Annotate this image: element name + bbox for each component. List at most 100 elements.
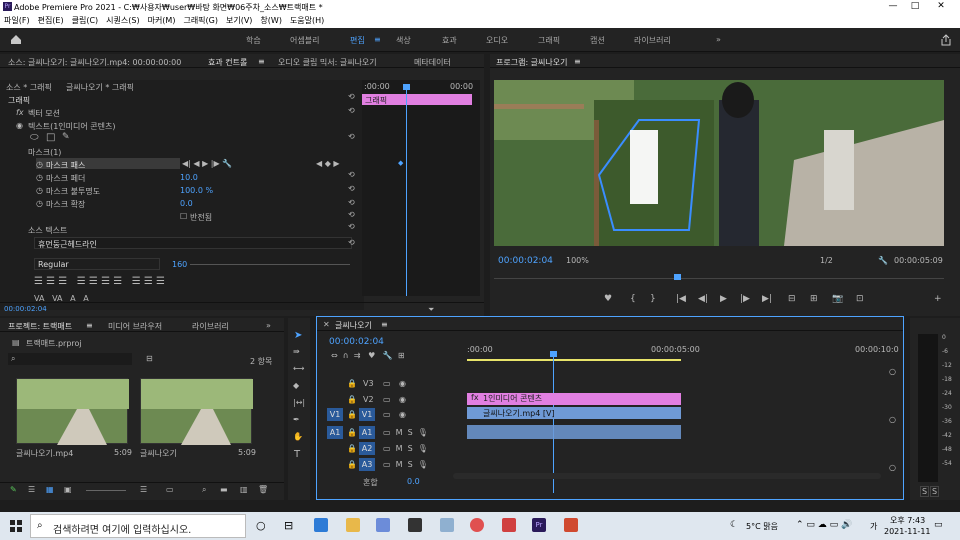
export-frame-icon[interactable]: 📷 [832, 294, 843, 304]
track-controls-a1[interactable]: ▭ M S 🎙 [383, 428, 428, 437]
go-to-out-icon[interactable]: ▶| [762, 294, 772, 304]
workspace-graphics[interactable]: 그래픽 [538, 35, 560, 46]
resolution-dropdown[interactable]: 1/2 [820, 256, 833, 265]
source-patch-v1[interactable]: V1 [327, 408, 343, 421]
work-area-bar[interactable] [467, 359, 681, 361]
master-sequence-label[interactable]: 소스 * 그래픽 [6, 82, 52, 93]
audio-clip[interactable] [467, 425, 681, 439]
button-editor-icon[interactable]: + [934, 294, 942, 304]
selection-tool-icon[interactable]: ➤ [294, 330, 302, 341]
media-browser-tab[interactable]: 미디어 브라우저 [108, 321, 162, 332]
menu-marker[interactable]: 마커(M) [148, 14, 176, 28]
keyframe-nav-icon[interactable]: ◀ ◆ ▶ [316, 159, 340, 168]
track-label-v1[interactable]: V1 [359, 408, 375, 421]
project-thumbnail[interactable] [16, 378, 129, 445]
panel-menu-icon[interactable]: ≡ [258, 57, 265, 66]
timeline-horizontal-scroll[interactable] [453, 473, 881, 479]
workspace-assembly[interactable]: 어셈블리 [290, 35, 319, 46]
mix-track-value[interactable]: 0.0 [407, 477, 420, 486]
timeline-timecode[interactable]: 00:00:02:04 [329, 337, 384, 347]
solo-right-button[interactable]: S [930, 486, 940, 497]
pen-tool-icon[interactable]: ✒ [293, 415, 300, 424]
freeform-view-icon[interactable]: ▣ [64, 485, 72, 494]
timeline-vertical-scroll[interactable]: ○ ○ ○ [889, 367, 897, 477]
store-icon[interactable] [376, 518, 390, 532]
timeline-playhead-line[interactable] [553, 353, 554, 493]
clear-icon[interactable]: 🗑 [258, 485, 268, 494]
lift-icon[interactable]: ⊟ [788, 294, 796, 304]
track-controls-a2[interactable]: ▭ M S 🎙 [383, 444, 428, 453]
app-icon[interactable] [470, 518, 484, 532]
text-align-icons[interactable]: ☰ ☰ ☰ ☰ ☰ ☰ ☰ ☰ ☰ ☰ [34, 276, 165, 287]
type-tool-icon[interactable]: T [294, 449, 300, 460]
mask-expansion-value[interactable]: 0.0 [180, 199, 193, 208]
menu-window[interactable]: 창(W) [260, 14, 282, 28]
mask-path-track-controls[interactable]: ◀| ◀ ▶ |▶ 🔧 [182, 159, 232, 168]
stopwatch-icon[interactable]: ◷ [36, 173, 43, 182]
libraries-tab[interactable]: 라이브러리 [192, 321, 229, 332]
project-item-name[interactable]: 글씨나오기 [140, 448, 177, 459]
timeline-tools-icons[interactable]: ⇔ ∩ ⇉ ♥ 🔧 ⊞ [331, 351, 405, 360]
program-monitor-title[interactable]: 프로그램: 글씨나오기 [496, 57, 567, 68]
panel-menu-icon[interactable]: ≡ [86, 321, 93, 330]
vector-motion-label[interactable]: 벡터 모션 [28, 108, 60, 119]
filter-icon[interactable]: ⏷ [428, 305, 434, 315]
eye-icon[interactable]: ◉ [399, 395, 406, 404]
mask-opacity-value[interactable]: 100.0 % [180, 186, 213, 195]
windows-start-icon[interactable] [10, 520, 22, 532]
input-language[interactable]: 가 [870, 521, 877, 532]
track-label-v2[interactable]: V2 [363, 395, 374, 404]
track-controls-a3[interactable]: ▭ M S 🎙 [383, 460, 428, 469]
razor-tool-icon[interactable]: ◆ [293, 381, 299, 390]
keyframe-diamond-icon[interactable]: ◆ [398, 159, 403, 167]
icon-view-icon[interactable]: ▦ [46, 485, 54, 494]
slip-tool-icon[interactable]: |↔| [293, 398, 305, 407]
menu-help[interactable]: 도움말(H) [290, 14, 324, 28]
clock-date[interactable]: 2021-11-11 [884, 527, 931, 536]
task-view-icon[interactable]: ⊟ [284, 519, 293, 532]
zoom-level-dropdown[interactable]: 100% [566, 256, 589, 265]
share-icon[interactable] [940, 34, 952, 46]
lock-icon[interactable]: 🔒 [347, 395, 357, 404]
list-view-icon[interactable]: ☰ [28, 485, 35, 494]
zoom-slider[interactable] [86, 490, 126, 491]
workspace-menu-icon[interactable]: ≡ [374, 35, 381, 44]
play-icon[interactable]: ▶ [720, 294, 727, 304]
taskbar-search-box[interactable]: ⌕ 검색하려면 여기에 입력하십시오. [30, 514, 246, 538]
hand-tool-icon[interactable]: ✋ [293, 432, 303, 441]
mask-label[interactable]: 마스크(1) [28, 147, 61, 158]
playhead-line[interactable] [406, 86, 407, 296]
more-workspaces-icon[interactable]: » [716, 35, 721, 44]
font-size-value[interactable]: 160 [172, 260, 187, 269]
tray-icons[interactable]: ⌃ ▭ ☁ ▭ 🔊 [796, 520, 852, 530]
panel-menu-icon[interactable]: ≡ [574, 57, 581, 66]
lock-icon[interactable]: 🔒 [347, 379, 357, 388]
step-back-icon[interactable]: ◀| [698, 294, 708, 304]
add-marker-icon[interactable]: ♥ [604, 294, 612, 304]
lock-icon[interactable]: 🔒 [347, 460, 357, 469]
refresh-app-icon[interactable] [502, 518, 516, 532]
notification-icon[interactable]: ▭ [934, 520, 943, 530]
program-playhead[interactable] [674, 274, 681, 280]
program-scrubber[interactable] [494, 278, 944, 279]
sync-lock-icon[interactable]: ▭ [383, 410, 391, 419]
mask-feather-value[interactable]: 10.0 [180, 173, 198, 182]
track-select-tool-icon[interactable]: ⇛ [293, 347, 300, 356]
menu-file[interactable]: 파일(F) [4, 14, 30, 28]
timeline-tab[interactable]: 글씨나오기 [335, 320, 372, 331]
effect-controls-tab[interactable]: 효과 컨트롤 [208, 57, 247, 68]
maximize-button[interactable]: □ [904, 1, 926, 11]
project-search-input[interactable]: ⌕ [8, 353, 132, 365]
workspace-captions[interactable]: 캡션 [590, 35, 605, 46]
panel-menu-icon[interactable]: ≡ [381, 320, 388, 329]
home-icon[interactable] [10, 34, 22, 45]
extract-icon[interactable]: ⊞ [810, 294, 818, 304]
sort-icon[interactable]: ☰ [140, 485, 147, 494]
eye-icon[interactable]: ◉ [399, 410, 406, 419]
source-monitor-tab[interactable]: 소스: 글씨나오기: 글씨나오기.mp4: 00:00:00:00 [8, 57, 181, 68]
workspace-effects[interactable]: 효과 [442, 35, 457, 46]
minimize-button[interactable]: — [882, 1, 904, 11]
close-button[interactable]: ✕ [930, 1, 952, 11]
timeline-playhead-handle[interactable] [550, 351, 557, 357]
clock-time[interactable]: 오후 7:43 [890, 515, 925, 526]
